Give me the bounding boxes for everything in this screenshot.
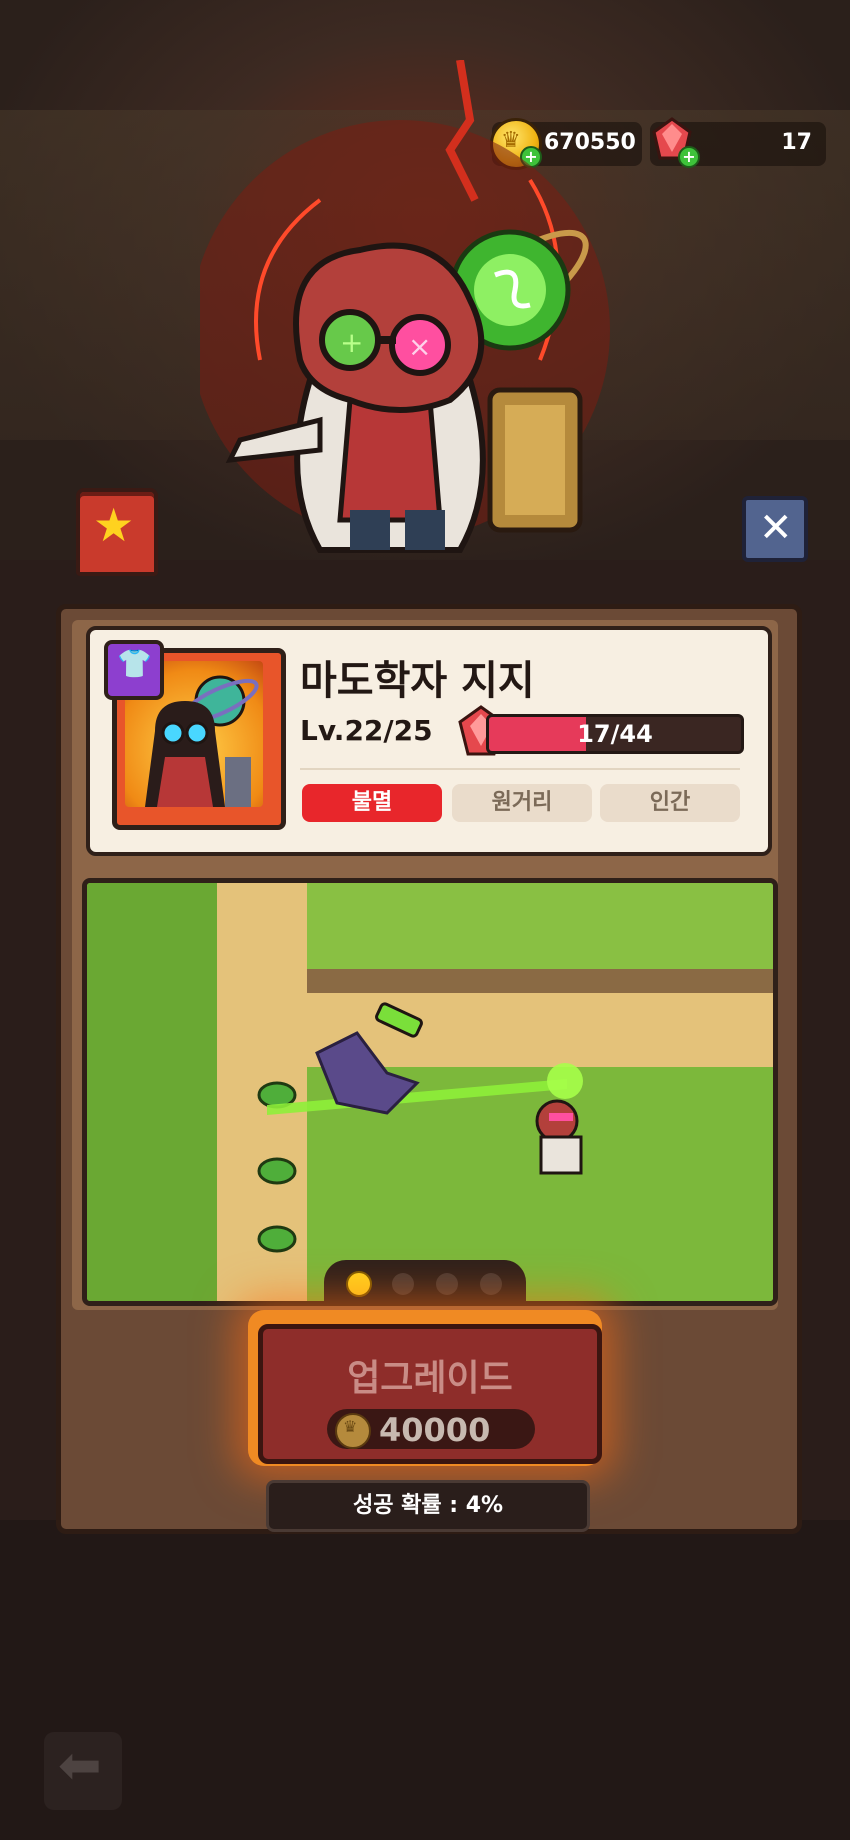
pager-dot-1[interactable] bbox=[346, 1271, 372, 1297]
upgrade-cost-value: 40000 bbox=[379, 1411, 491, 1449]
upgrade-label: 업그레이드 bbox=[347, 1358, 513, 1399]
background-bottom bbox=[0, 1520, 850, 1840]
star-icon: ★ bbox=[93, 498, 135, 552]
tag-human: 인간 bbox=[600, 784, 740, 822]
favorite-button[interactable]: ★ bbox=[76, 488, 158, 576]
tag-ranged: 원거리 bbox=[452, 784, 592, 822]
pager-dot-4[interactable] bbox=[480, 1273, 502, 1295]
skill-preview[interactable] bbox=[82, 878, 778, 1306]
card-divider bbox=[300, 768, 740, 770]
close-icon: ✕ bbox=[759, 505, 793, 551]
skill-preview-scene bbox=[87, 883, 773, 1301]
hero-artwork: + × bbox=[200, 60, 610, 553]
back-button[interactable]: ⬅ bbox=[44, 1732, 122, 1810]
hero-name: 마도학자 지지 bbox=[300, 658, 535, 704]
upgrade-button[interactable]: 업그레이드 ♛ 40000 bbox=[258, 1324, 602, 1464]
class-badge: 👕 bbox=[104, 640, 164, 700]
upgrade-cost: ♛ 40000 bbox=[327, 1409, 535, 1449]
preview-pager bbox=[324, 1260, 526, 1304]
gem-amount: 17 bbox=[781, 130, 812, 155]
shirt-icon: 👕 bbox=[117, 647, 152, 680]
back-arrow-icon: ⬅ bbox=[58, 1736, 102, 1796]
shard-progress-text: 17/44 bbox=[577, 720, 653, 748]
add-gem-icon[interactable]: + bbox=[678, 146, 700, 168]
svg-text:+: + bbox=[340, 326, 363, 359]
crown-coin-icon: ♛ bbox=[335, 1413, 371, 1449]
shard-progress-bar: 17/44 bbox=[486, 714, 744, 754]
success-rate: 성공 확률 : 4% bbox=[266, 1480, 590, 1532]
hero-level: Lv.22/25 bbox=[300, 714, 433, 747]
svg-text:×: × bbox=[408, 330, 431, 363]
close-button[interactable]: ✕ bbox=[742, 496, 808, 562]
gem-counter[interactable]: + 17 bbox=[650, 117, 826, 168]
pager-dot-3[interactable] bbox=[436, 1273, 458, 1295]
pager-dot-2[interactable] bbox=[392, 1273, 414, 1295]
tag-immortal: 불멸 bbox=[302, 784, 442, 822]
